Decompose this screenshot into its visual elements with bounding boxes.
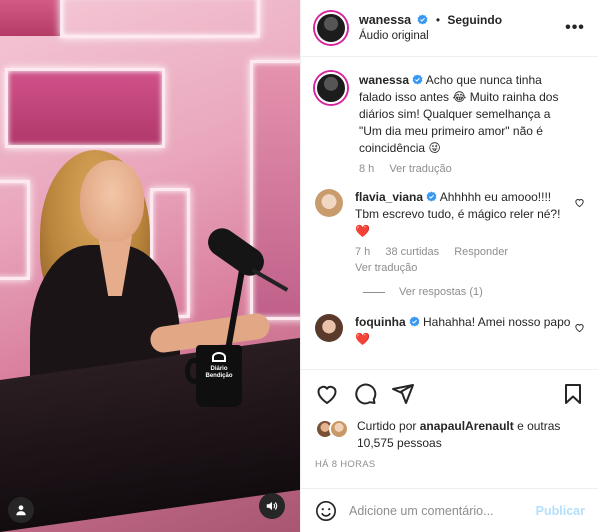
audio-link[interactable]: Áudio original [359, 28, 564, 44]
neon-frame [60, 0, 260, 38]
avatar[interactable] [315, 314, 343, 342]
comment-item: flavia_viana Ahhhhh eu amooo!!!! Tbm esc… [315, 189, 585, 274]
heart-icon[interactable] [574, 197, 585, 208]
comment-composer: Publicar [301, 488, 598, 532]
author-username[interactable]: wanessa [359, 13, 411, 27]
background-panel [0, 0, 60, 36]
translate-link[interactable]: Ver tradução [389, 163, 451, 175]
heart-icon[interactable] [574, 322, 585, 333]
comment-time[interactable]: 7 h [355, 246, 370, 258]
likes-prefix: Curtido por [357, 419, 420, 433]
comment-item: foquinha Hahahha! Amei nosso papo ❤️ [315, 314, 585, 348]
caption: wanessa Acho que nunca tinha falado isso… [315, 72, 585, 175]
post-timestamp[interactable]: HÁ 8 HORAS [315, 459, 376, 470]
avatar[interactable] [315, 72, 347, 104]
caption-text: wanessa Acho que nunca tinha falado isso… [359, 72, 571, 157]
comment-username[interactable]: foquinha [355, 315, 406, 329]
view-replies-label: Ver respostas (1) [399, 286, 483, 298]
profile-icon [16, 505, 26, 516]
post-sidebar: wanessa • Seguindo Áudio original ••• wa… [300, 0, 598, 532]
sound-toggle-button[interactable] [259, 493, 285, 519]
header-text: wanessa • Seguindo Áudio original [359, 12, 564, 44]
avatar[interactable] [315, 189, 343, 217]
reply-button[interactable]: Responder [454, 246, 508, 258]
action-bar [301, 369, 598, 417]
sound-icon [266, 501, 278, 511]
bookmark-icon[interactable] [561, 382, 585, 406]
verified-icon [412, 74, 423, 85]
comment-likes[interactable]: 38 curtidas [385, 246, 439, 258]
likes-text[interactable]: Curtido por anapaulArenault e outras 10,… [357, 418, 589, 452]
tagged-people-button[interactable] [8, 497, 34, 523]
likes-summary: Curtido por anapaulArenault e outras 10,… [315, 418, 589, 452]
comment-text: foquinha Hahahha! Amei nosso papo ❤️ [355, 314, 571, 348]
avatar[interactable] [315, 12, 347, 44]
comment-text: flavia_viana Ahhhhh eu amooo!!!! Tbm esc… [355, 189, 571, 240]
caption-time[interactable]: 8 h [359, 163, 374, 175]
following-button[interactable]: Seguindo [447, 13, 502, 27]
post-view: Diário Bendição wanessa • Seguindo Áudio… [0, 0, 598, 532]
mug-logo-icon [212, 352, 226, 362]
verified-icon [426, 191, 437, 202]
caption-meta: 8 h Ver tradução [359, 163, 571, 175]
heart-icon[interactable] [315, 382, 339, 406]
neon-frame [5, 68, 165, 148]
comment-icon[interactable] [353, 382, 377, 406]
more-options-button[interactable]: ••• [564, 19, 586, 36]
publish-button[interactable]: Publicar [536, 504, 585, 518]
share-icon[interactable] [391, 382, 415, 406]
comment-body: foquinha Hahahha! Amei nosso papo ❤️ [355, 314, 585, 348]
reel-video[interactable]: Diário Bendição [0, 0, 300, 532]
person-face [80, 160, 144, 242]
emoji-icon[interactable] [315, 500, 337, 522]
translate-row: Ver tradução [355, 262, 571, 274]
comment-username[interactable]: flavia_viana [355, 190, 423, 204]
view-replies-button[interactable]: Ver respostas (1) [363, 286, 585, 298]
separator-dot: • [435, 13, 441, 27]
comment-meta: 7 h 38 curtidas Responder [355, 246, 571, 258]
translate-link[interactable]: Ver tradução [355, 262, 417, 274]
more-icon: ••• [565, 19, 585, 36]
comments-list[interactable]: wanessa Acho que nunca tinha falado isso… [301, 58, 598, 368]
caption-username[interactable]: wanessa [359, 73, 409, 87]
caption-body: wanessa Acho que nunca tinha falado isso… [359, 72, 585, 175]
avatar[interactable] [329, 419, 349, 439]
mug-label: Diário Bendição [205, 366, 233, 379]
post-header: wanessa • Seguindo Áudio original ••• [301, 0, 598, 57]
liked-by-username[interactable]: anapaulArenault [420, 419, 514, 433]
comment-body: flavia_viana Ahhhhh eu amooo!!!! Tbm esc… [355, 189, 585, 274]
verified-icon [418, 14, 428, 25]
replies-divider [363, 291, 385, 293]
comment-input[interactable] [349, 503, 536, 518]
neon-frame [0, 180, 30, 280]
verified-icon [409, 316, 420, 327]
liked-avatars [315, 419, 353, 441]
